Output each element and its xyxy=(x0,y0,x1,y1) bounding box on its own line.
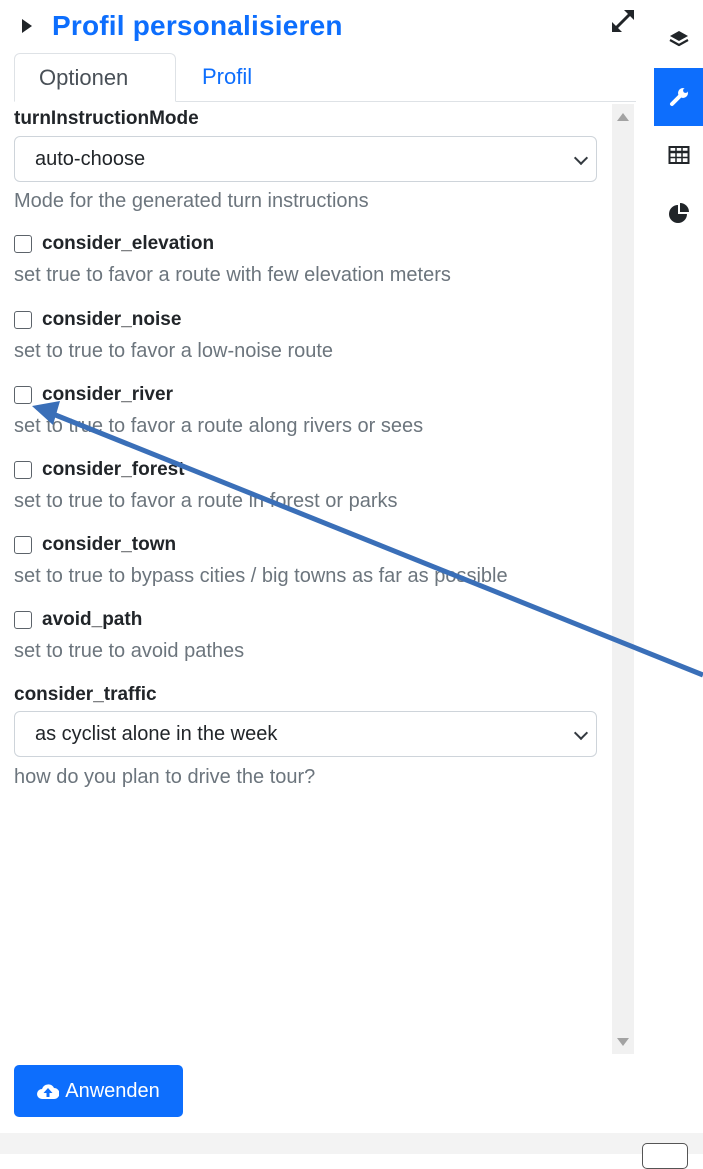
consider-noise-help: set to true to favor a low-noise route xyxy=(14,340,334,362)
sidebar-item-settings[interactable] xyxy=(654,68,703,126)
tab-profil[interactable]: Profil xyxy=(178,53,276,100)
avoid-path-label: avoid_path xyxy=(42,609,143,630)
sidebar-item-table[interactable] xyxy=(654,126,703,184)
consider-river-help: set to true to favor a route along river… xyxy=(14,415,424,437)
consider-town-checkbox[interactable] xyxy=(14,536,32,554)
checkbox-row-consider-river[interactable]: consider_river xyxy=(14,384,173,406)
consider-forest-label: consider_forest xyxy=(42,459,185,480)
consider-river-label: consider_river xyxy=(42,384,173,405)
chevron-down-icon xyxy=(573,150,589,166)
sidebar-item-layers[interactable] xyxy=(654,10,703,68)
apply-button[interactable]: Anwenden xyxy=(14,1065,183,1117)
checkbox-row-consider-elevation[interactable]: consider_elevation xyxy=(14,233,214,255)
checkbox-row-consider-town[interactable]: consider_town xyxy=(14,534,176,556)
checkbox-row-consider-forest[interactable]: consider_forest xyxy=(14,459,185,481)
consider-elevation-checkbox[interactable] xyxy=(14,235,32,253)
pie-chart-icon xyxy=(668,203,689,223)
table-icon xyxy=(668,146,689,164)
right-sidebar xyxy=(654,0,703,1154)
avoid-path-help: set to true to avoid pathes xyxy=(14,640,245,662)
consider-elevation-help: set true to favor a route with few eleva… xyxy=(14,264,451,286)
footer-bar xyxy=(0,1133,703,1154)
avoid-path-checkbox[interactable] xyxy=(14,611,32,629)
apply-button-label: Anwenden xyxy=(65,1079,160,1102)
consider-forest-help: set to true to favor a route in forest o… xyxy=(14,490,398,512)
tab-optionen[interactable]: Optionen xyxy=(14,53,176,102)
traffic-value: as cyclist alone in the week xyxy=(35,723,278,745)
turn-mode-value: auto-choose xyxy=(35,148,146,170)
traffic-help: how do you plan to drive the tour? xyxy=(14,766,316,788)
consider-elevation-label: consider_elevation xyxy=(42,233,215,254)
cloud-upload-icon xyxy=(37,1084,60,1099)
checkbox-row-avoid-path[interactable]: avoid_path xyxy=(14,609,142,631)
collapse-caret-icon[interactable] xyxy=(22,19,32,33)
traffic-select[interactable]: as cyclist alone in the week xyxy=(14,711,597,757)
options-scroll-area[interactable]: turnInstructionMode auto-choose Mode for… xyxy=(14,104,614,1050)
consider-town-help: set to true to bypass cities / big towns… xyxy=(14,565,508,587)
panel-header[interactable]: Profil personalisieren xyxy=(16,6,343,46)
chevron-down-icon xyxy=(573,725,589,741)
layers-icon xyxy=(668,31,689,47)
panel-title: Profil personalisieren xyxy=(52,10,343,41)
vertical-scrollbar[interactable] xyxy=(612,104,634,1054)
turn-mode-select[interactable]: auto-choose xyxy=(14,136,597,182)
scroll-up-arrow-icon[interactable] xyxy=(617,113,629,121)
traffic-label: consider_traffic xyxy=(14,684,157,705)
expand-icon[interactable] xyxy=(608,6,638,36)
profile-panel: Profil personalisieren Optionen Profil t… xyxy=(0,0,640,1154)
consider-noise-label: consider_noise xyxy=(42,309,182,330)
consider-river-checkbox[interactable] xyxy=(14,386,32,404)
consider-forest-checkbox[interactable] xyxy=(14,461,32,479)
wrench-icon xyxy=(669,88,688,106)
turn-mode-label: turnInstructionMode xyxy=(14,108,199,129)
consider-town-label: consider_town xyxy=(42,534,177,555)
sidebar-item-statistics[interactable] xyxy=(654,184,703,242)
turn-mode-help: Mode for the generated turn instructions xyxy=(14,190,369,212)
scroll-down-arrow-icon[interactable] xyxy=(617,1038,629,1046)
checkbox-row-consider-noise[interactable]: consider_noise xyxy=(14,309,181,331)
tab-bar: Optionen Profil xyxy=(14,53,636,102)
consider-noise-checkbox[interactable] xyxy=(14,311,32,329)
